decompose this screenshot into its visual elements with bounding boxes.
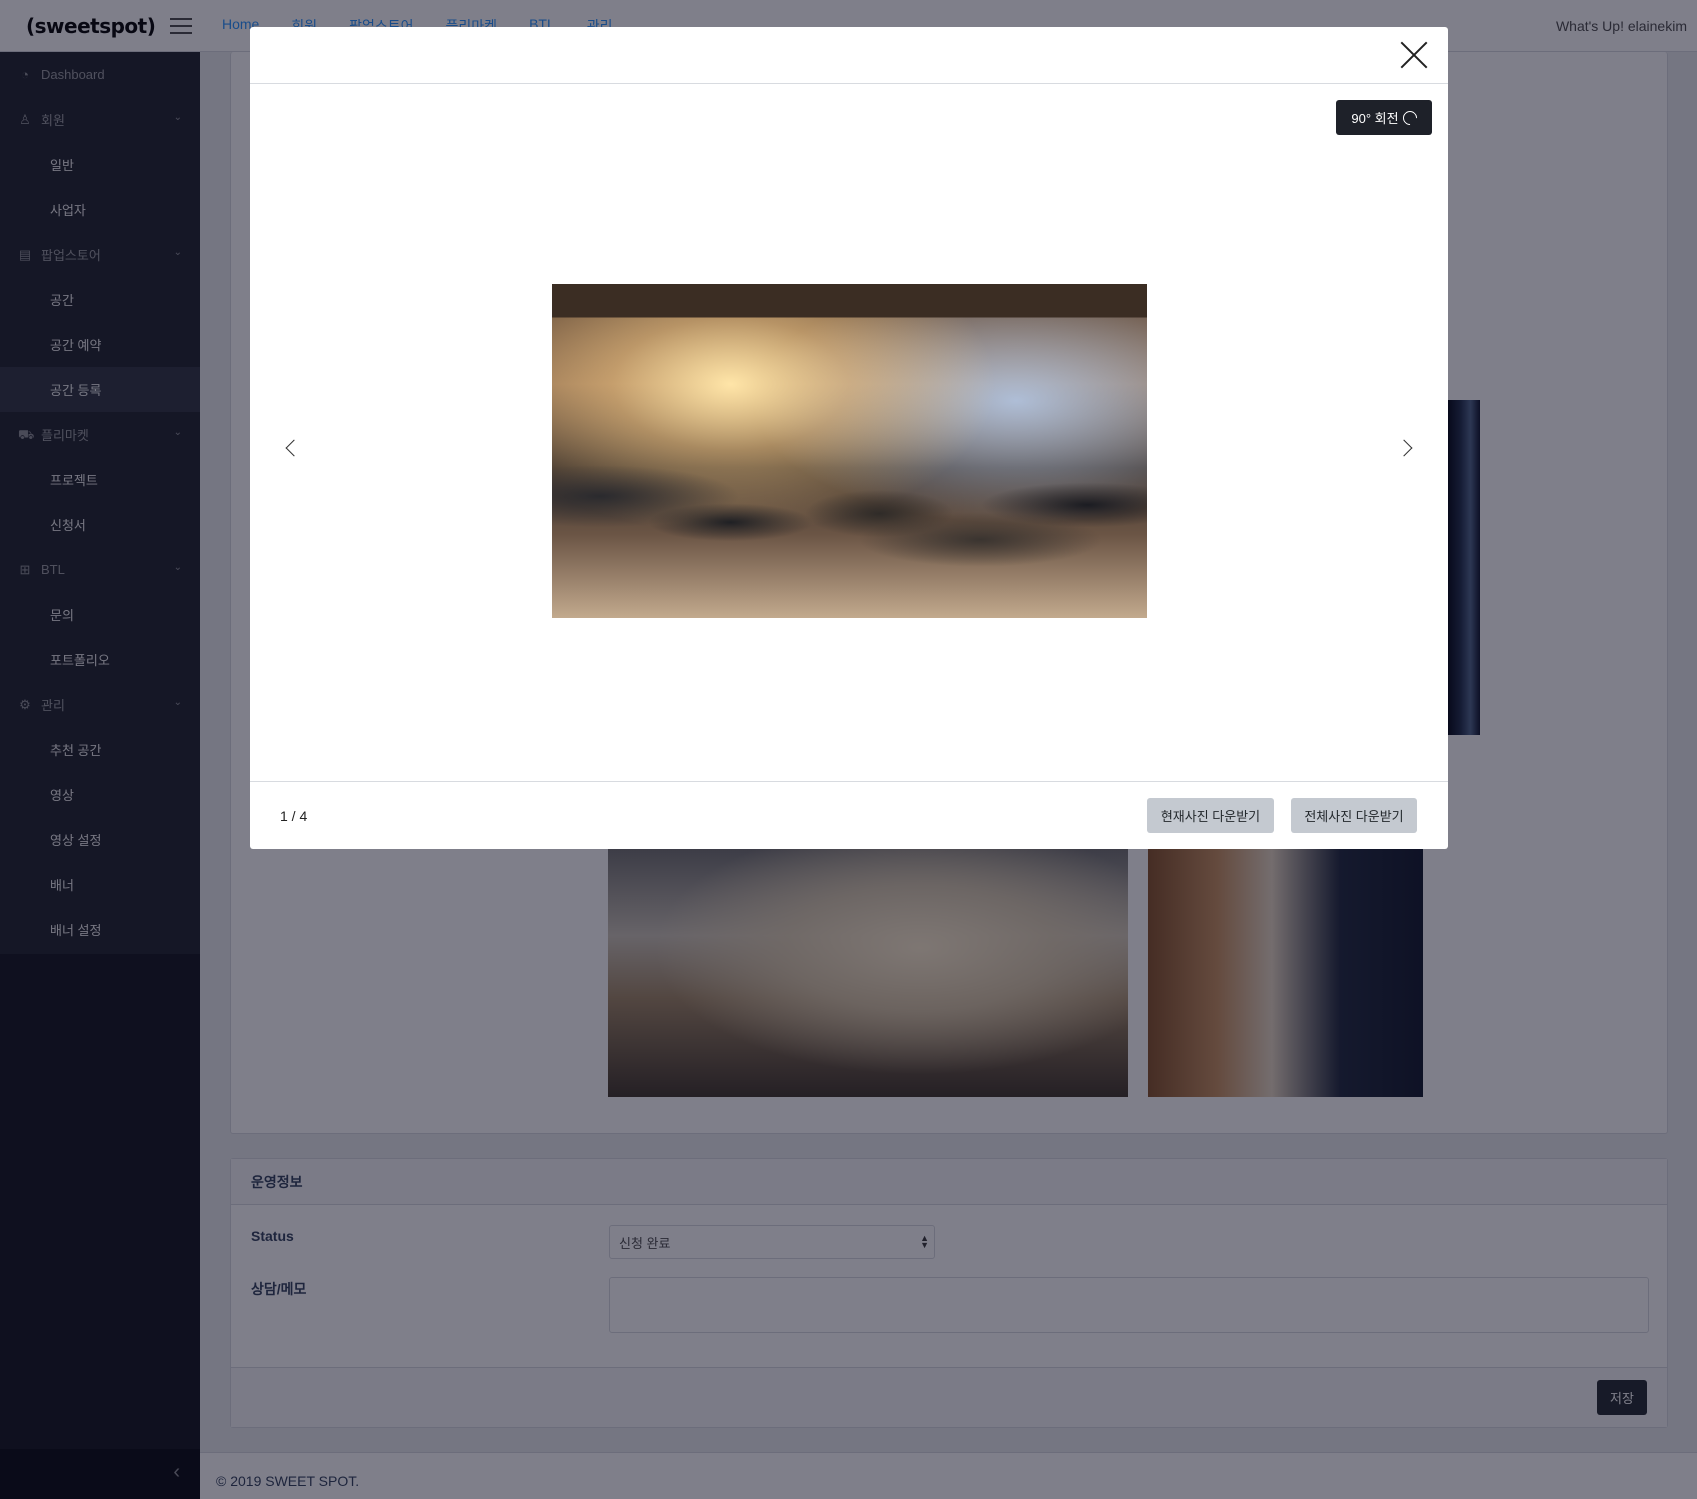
rotate-icon [1399, 107, 1420, 128]
rotate-button-label: 90° 회전 [1351, 111, 1399, 126]
photo-content [552, 444, 1147, 618]
previous-photo-icon[interactable] [284, 437, 300, 461]
modal-footer: 1 / 4 현재사진 다운받기 전체사진 다운받기 [250, 781, 1448, 849]
photo-pager: 1 / 4 [280, 808, 308, 824]
download-current-button[interactable]: 현재사진 다운받기 [1147, 798, 1274, 833]
rotate-button[interactable]: 90° 회전 [1336, 100, 1432, 135]
current-photo [552, 284, 1147, 618]
close-icon[interactable] [1400, 41, 1428, 69]
photo-viewer-modal: 90° 회전 1 / 4 현재사진 다운받기 전체사진 다운받기 [250, 27, 1448, 849]
next-photo-icon[interactable] [1398, 437, 1414, 461]
download-all-button[interactable]: 전체사진 다운받기 [1291, 798, 1417, 833]
modal-header [250, 27, 1448, 84]
